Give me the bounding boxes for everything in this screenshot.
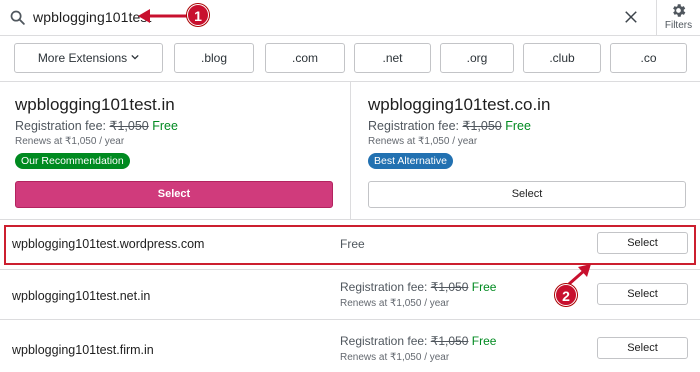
- extension-filter-row: More Extensions .blog .com .net .org .cl…: [0, 36, 700, 82]
- list-item: wpblogging101test.net.in Registration fe…: [0, 270, 700, 320]
- gear-icon: [673, 4, 686, 17]
- price: Free: [471, 334, 497, 348]
- domain-name: wpblogging101test.in: [15, 95, 175, 114]
- annotation-arrow: [138, 9, 188, 23]
- select-button[interactable]: Select: [368, 181, 686, 208]
- renewal-price: Renews at ₹1,050 / year: [368, 136, 478, 147]
- alternative-badge: Best Alternative: [368, 153, 453, 169]
- select-button[interactable]: Select: [597, 337, 688, 359]
- recommendation-badge: Our Recommendation: [15, 153, 130, 169]
- more-extensions-label: More Extensions: [37, 51, 128, 65]
- domain-name: wpblogging101test.net.in: [12, 289, 151, 303]
- price: Free: [152, 119, 178, 133]
- registration-fee: Registration fee: ₹1,050 Free: [15, 118, 178, 133]
- featured-card-alternative: wpblogging101test.co.in Registration fee…: [368, 82, 686, 220]
- original-price: ₹1,050: [430, 334, 469, 348]
- registration-fee: Registration fee: ₹1,050 Free: [368, 118, 531, 133]
- renewal-price: Renews at ₹1,050 / year: [15, 136, 125, 147]
- highlight-annotation: [4, 225, 696, 265]
- registration-fee: Registration fee: ₹1,050 Free: [340, 334, 496, 348]
- price: Free: [471, 280, 497, 294]
- extension-button[interactable]: .club: [523, 43, 601, 73]
- domain-name: wpblogging101test.co.in: [368, 95, 551, 114]
- divider: [350, 82, 351, 220]
- fee-label: Registration fee:: [340, 334, 428, 348]
- renewal-price: Renews at ₹1,050 / year: [340, 352, 450, 363]
- extension-button[interactable]: .net: [354, 43, 431, 73]
- original-price: ₹1,050: [462, 119, 502, 133]
- extension-button[interactable]: .co: [610, 43, 687, 73]
- select-button[interactable]: Select: [15, 181, 333, 208]
- extension-button[interactable]: .com: [265, 43, 345, 73]
- search-bar: wpblogging101test Filters: [0, 0, 700, 36]
- original-price: ₹1,050: [109, 119, 149, 133]
- registration-fee: Registration fee: ₹1,050 Free: [340, 280, 496, 294]
- step-marker-1: 1: [187, 4, 209, 26]
- featured-card-primary: wpblogging101test.in Registration fee: ₹…: [15, 82, 333, 220]
- original-price: ₹1,050: [430, 280, 469, 294]
- price: Free: [505, 119, 531, 133]
- fee-label: Registration fee:: [368, 119, 460, 133]
- close-icon[interactable]: [622, 8, 640, 26]
- chevron-down-icon: [131, 54, 139, 60]
- fee-label: Registration fee:: [340, 280, 428, 294]
- step-marker-2: 2: [555, 284, 577, 306]
- select-button[interactable]: Select: [597, 283, 688, 305]
- search-input[interactable]: wpblogging101test: [33, 9, 151, 25]
- extension-button[interactable]: .blog: [174, 43, 254, 73]
- more-extensions-dropdown[interactable]: More Extensions: [14, 43, 163, 73]
- fee-label: Registration fee:: [15, 119, 107, 133]
- renewal-price: Renews at ₹1,050 / year: [340, 298, 450, 309]
- filters-button[interactable]: Filters: [657, 0, 700, 36]
- list-item: wpblogging101test.firm.in Registration f…: [0, 321, 700, 372]
- search-icon: [10, 10, 25, 25]
- domain-name: wpblogging101test.firm.in: [12, 343, 154, 357]
- extension-button[interactable]: .org: [440, 43, 514, 73]
- filters-label: Filters: [664, 20, 693, 31]
- featured-suggestions: wpblogging101test.in Registration fee: ₹…: [0, 82, 700, 220]
